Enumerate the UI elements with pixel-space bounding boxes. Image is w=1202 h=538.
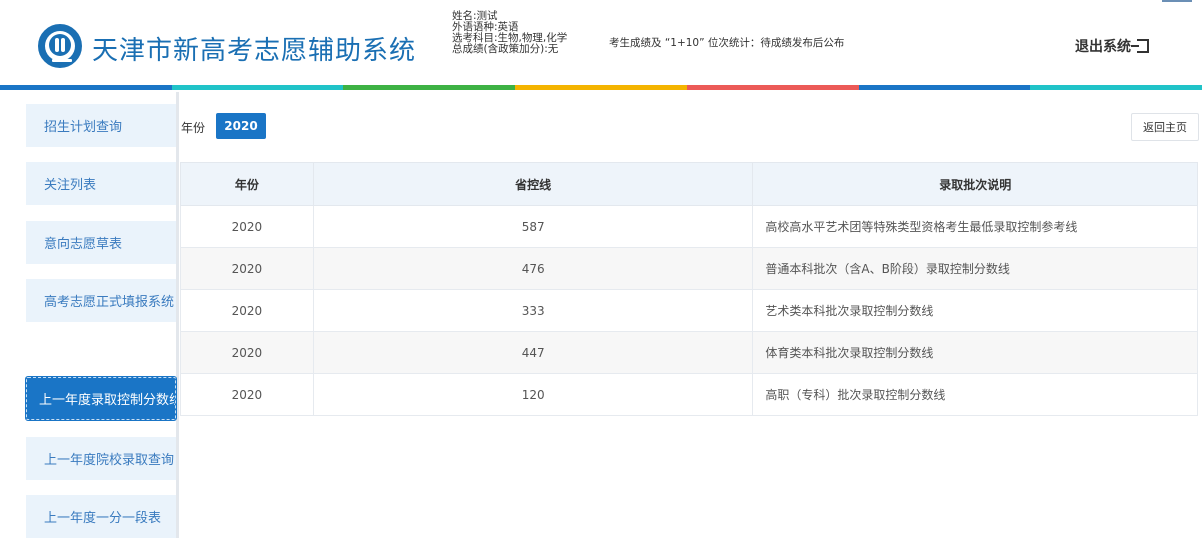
color-bar-segment: [686, 85, 859, 90]
table-row: 2020 476 普通本科批次（含A、B阶段）录取控制分数线: [180, 247, 1198, 290]
cell-year: 2020: [180, 331, 314, 374]
sidebar-item-watchlist[interactable]: 关注列表: [26, 162, 176, 205]
cell-year: 2020: [180, 373, 314, 416]
year-2020-button[interactable]: 2020: [216, 113, 266, 139]
table-row: 2020 333 艺术类本科批次录取控制分数线: [180, 289, 1198, 332]
color-bar-segment: [0, 85, 172, 90]
year-filter-label: 年份: [181, 121, 206, 135]
cell-control-line: 333: [312, 289, 754, 332]
color-bar-segment: [1030, 85, 1202, 90]
cell-year: 2020: [180, 289, 314, 332]
corner-divider: [1162, 0, 1192, 2]
cell-batch-desc: 艺术类本科批次录取控制分数线: [752, 289, 1198, 332]
score-notice: 考生成绩及 “1+10” 位次统计：待成绩发布后公布: [609, 37, 845, 49]
logo-icon: [38, 24, 82, 68]
control-lines-table: 年份 省控线 录取批次说明 2020 587 高校高水平艺术团等特殊类型资格考生…: [180, 162, 1198, 416]
logout-icon: [1131, 39, 1149, 53]
cell-batch-desc: 高职（专科）批次录取控制分数线: [752, 373, 1198, 416]
color-bar-segment: [858, 85, 1031, 90]
cell-year: 2020: [180, 247, 314, 290]
cell-batch-desc: 体育类本科批次录取控制分数线: [752, 331, 1198, 374]
sidebar-item-official-filing[interactable]: 高考志愿正式填报系统: [26, 279, 176, 322]
sidebar-item-college-admission[interactable]: 上一年度院校录取查询: [26, 437, 176, 480]
color-bar: [0, 85, 1202, 90]
cell-control-line: 587: [312, 205, 754, 248]
column-header-batch-desc: 录取批次说明: [752, 162, 1198, 206]
column-header-control-line: 省控线: [312, 162, 754, 206]
site-title: 天津市新高考志愿辅助系统: [92, 36, 417, 66]
color-bar-segment: [171, 85, 344, 90]
color-bar-segment: [343, 85, 516, 90]
sidebar-item-draft[interactable]: 意向志愿草表: [26, 221, 176, 264]
header: 天津市新高考志愿辅助系统 姓名:测试 外语语种:英语 选考科目:生物,物理,化学…: [0, 0, 1202, 85]
sidebar-item-score-distribution[interactable]: 上一年度一分一段表: [26, 495, 176, 538]
table-row: 2020 120 高职（专科）批次录取控制分数线: [180, 373, 1198, 416]
sidebar-item-enrollment-plan[interactable]: 招生计划查询: [26, 104, 176, 147]
cell-batch-desc: 普通本科批次（含A、B阶段）录取控制分数线: [752, 247, 1198, 290]
sidebar-item-control-lines[interactable]: 上一年度录取控制分数线: [25, 376, 177, 421]
column-header-year: 年份: [180, 162, 314, 206]
cell-control-line: 476: [312, 247, 754, 290]
table-row: 2020 447 体育类本科批次录取控制分数线: [180, 331, 1198, 374]
logout-label: 退出系统: [1075, 39, 1131, 55]
color-bar-segment: [515, 85, 687, 90]
user-score: 总成绩(含政策加分):无: [452, 43, 559, 55]
sidebar-divider: [176, 92, 179, 538]
table-header-row: 年份 省控线 录取批次说明: [180, 162, 1198, 206]
cell-batch-desc: 高校高水平艺术团等特殊类型资格考生最低录取控制参考线: [752, 205, 1198, 248]
logout-button[interactable]: 退出系统: [1075, 36, 1149, 56]
cell-year: 2020: [180, 205, 314, 248]
user-info: 姓名:测试 外语语种:英语 选考科目:生物,物理,化学 总成绩(含政策加分):无: [452, 11, 567, 55]
cell-control-line: 120: [312, 373, 754, 416]
back-home-button[interactable]: 返回主页: [1131, 113, 1199, 141]
table-row: 2020 587 高校高水平艺术团等特殊类型资格考生最低录取控制参考线: [180, 205, 1198, 248]
cell-control-line: 447: [312, 331, 754, 374]
